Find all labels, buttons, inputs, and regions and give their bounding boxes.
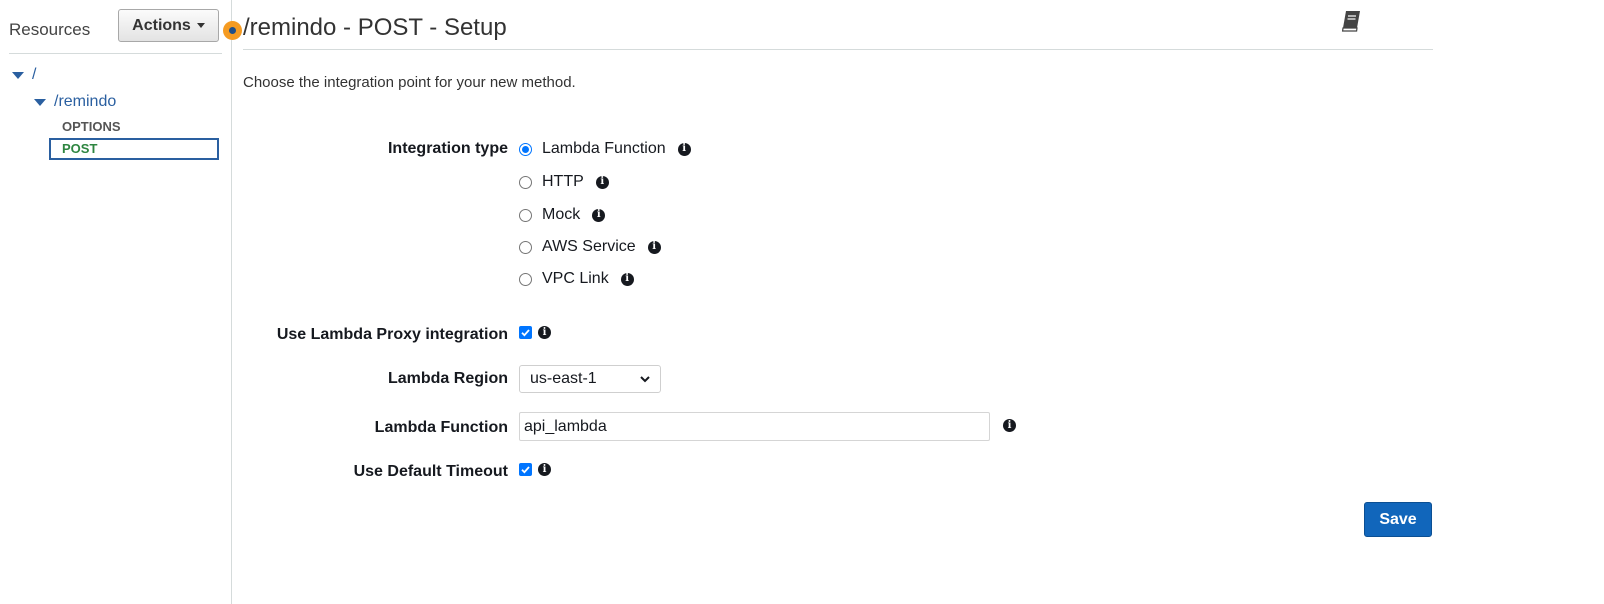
status-dot-icon xyxy=(223,21,242,40)
radio-lambda-function[interactable]: Lambda Function i xyxy=(519,140,691,158)
radio-button[interactable] xyxy=(519,208,532,222)
info-icon[interactable]: i xyxy=(647,240,661,254)
radio-aws-service[interactable]: AWS Service i xyxy=(519,238,661,256)
info-icon[interactable]: i xyxy=(677,142,691,156)
default-timeout-checkbox[interactable] xyxy=(519,463,532,476)
option-label[interactable]: HTTP xyxy=(542,173,584,191)
proxy-integration-checkbox[interactable] xyxy=(519,326,532,339)
method-options[interactable]: OPTIONS xyxy=(62,119,121,134)
expand-triangle-icon[interactable] xyxy=(12,71,24,79)
method-post-selected[interactable]: POST xyxy=(49,138,219,160)
radio-vpc-link[interactable]: VPC Link i xyxy=(519,270,634,288)
page-title: /remindo - POST - Setup xyxy=(243,14,507,41)
tree-item-root[interactable]: / xyxy=(12,66,36,84)
checkmark-icon xyxy=(521,329,530,337)
option-label[interactable]: AWS Service xyxy=(542,238,636,256)
resources-title: Resources xyxy=(9,20,91,39)
integration-type-label: Integration type xyxy=(387,140,508,157)
default-timeout-label: Use Default Timeout xyxy=(353,463,508,480)
intro-text: Choose the integration point for your ne… xyxy=(243,74,576,91)
lambda-region-value: us-east-1 xyxy=(530,370,597,387)
tree-root-label[interactable]: / xyxy=(32,66,36,84)
radio-mock[interactable]: Mock i xyxy=(519,206,606,224)
radio-button[interactable] xyxy=(519,240,532,254)
info-icon[interactable]: i xyxy=(620,272,634,286)
actions-button[interactable]: Actions xyxy=(118,9,219,42)
caret-down-icon xyxy=(196,23,205,28)
lambda-function-label: Lambda Function xyxy=(374,419,508,436)
info-icon[interactable]: i xyxy=(595,175,609,189)
option-label[interactable]: Lambda Function xyxy=(542,140,666,158)
lambda-region-label: Lambda Region xyxy=(387,370,508,387)
info-icon[interactable]: i xyxy=(592,208,606,222)
sidebar-divider xyxy=(9,53,222,54)
option-label[interactable]: Mock xyxy=(542,206,580,224)
save-button[interactable]: Save xyxy=(1364,502,1432,537)
book-icon[interactable] xyxy=(1339,9,1363,38)
expand-triangle-icon[interactable] xyxy=(34,98,46,106)
info-icon[interactable]: i xyxy=(538,326,551,339)
chevron-down-icon xyxy=(640,376,650,383)
title-divider xyxy=(243,49,1433,50)
radio-button[interactable] xyxy=(519,142,532,156)
lambda-region-select[interactable]: us-east-1 xyxy=(519,365,661,393)
checkmark-icon xyxy=(521,466,530,474)
tree-item-remindo[interactable]: /remindo xyxy=(34,93,116,111)
actions-label: Actions xyxy=(132,16,191,34)
proxy-integration-label: Use Lambda Proxy integration xyxy=(276,326,508,343)
resources-sidebar: Resources Actions / /remindo OPTIONS POS… xyxy=(0,0,232,604)
radio-http[interactable]: HTTP i xyxy=(519,173,609,191)
radio-button[interactable] xyxy=(519,272,532,286)
info-icon[interactable]: i xyxy=(538,463,551,476)
info-icon[interactable]: i xyxy=(1003,419,1016,432)
radio-button[interactable] xyxy=(519,175,532,189)
option-label[interactable]: VPC Link xyxy=(542,270,609,288)
lambda-function-input[interactable] xyxy=(519,412,990,441)
tree-remindo-label[interactable]: /remindo xyxy=(54,93,116,111)
